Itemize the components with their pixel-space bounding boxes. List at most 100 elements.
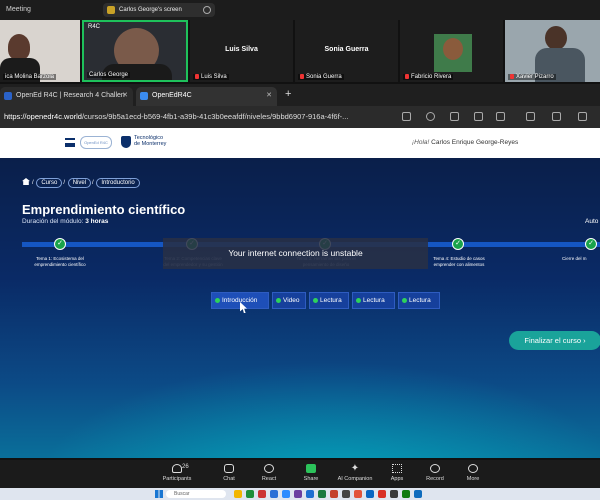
timeline-node[interactable]	[585, 238, 597, 250]
app-icon[interactable]	[378, 490, 386, 498]
app-icon[interactable]	[354, 490, 362, 498]
app-icon[interactable]	[258, 490, 266, 498]
participant-tile[interactable]: Fabricio Rivera	[400, 20, 503, 82]
word-icon[interactable]	[306, 490, 314, 498]
favorites-icon[interactable]	[552, 112, 561, 121]
muted-mic-icon	[300, 74, 304, 79]
share-screen-icon	[107, 6, 115, 14]
participant-tile[interactable]: ica Molina Barzola	[0, 20, 80, 82]
participant-name: Carlos George	[87, 72, 131, 78]
connection-warning-toast: Your internet connection is unstable	[163, 238, 428, 269]
react-icon	[264, 464, 274, 473]
muted-mic-icon	[510, 74, 514, 79]
timeline-label[interactable]: Tema 4: Estudio de casos emprender con a…	[429, 256, 489, 268]
breadcrumb-curso[interactable]: Curso	[36, 178, 63, 188]
participant-tile[interactable]: Xavier Pizarro	[505, 20, 600, 82]
zoom-icon[interactable]	[426, 112, 435, 121]
check-icon	[276, 298, 281, 303]
new-tab-icon[interactable]: +	[285, 88, 291, 100]
timeline-node[interactable]	[452, 238, 464, 250]
windows-start-icon[interactable]	[155, 490, 163, 498]
module-hero: / Curso / Nivel / Introductorio Emprendimi…	[0, 158, 600, 458]
meeting-title: Meeting	[6, 6, 31, 13]
windows-taskbar: Buscar	[0, 488, 600, 500]
home-icon[interactable]	[22, 178, 30, 185]
check-icon	[215, 298, 220, 303]
participant-name: Luis Silva	[193, 74, 229, 80]
close-tab-icon[interactable]: ✕	[266, 91, 272, 99]
share-screen-icon	[306, 464, 316, 473]
participant-tile-active[interactable]: R4C Carlos George	[82, 20, 188, 82]
more-button[interactable]: More	[448, 464, 498, 482]
participant-face	[443, 38, 463, 60]
favorite-star-icon[interactable]	[496, 112, 505, 121]
participant-video	[8, 34, 30, 60]
address-bar[interactable]: https://openedr4c.world/cursos/9b5a1ecd-…	[0, 106, 600, 128]
step-lectura-1[interactable]: Lectura	[309, 292, 349, 309]
timeline-label[interactable]: Tema 1: Ecosistema del emprendimiento ci…	[30, 256, 90, 268]
file-explorer-icon[interactable]	[234, 490, 242, 498]
browser-tab-bar: OpenEd R4C | Research 4 Challen ✕ OpenEd…	[0, 84, 600, 106]
browser-edge-icon[interactable]	[270, 490, 278, 498]
opened-r4c-logo[interactable]: OpenEd R4C	[80, 136, 112, 149]
step-video[interactable]: Video	[272, 292, 306, 309]
excel-icon[interactable]	[318, 490, 326, 498]
breadcrumb-introductorio[interactable]: Introductorio	[96, 178, 140, 188]
user-greeting[interactable]: ¡Hola! Carlos Enrique George-Reyes	[412, 139, 518, 146]
app-icon[interactable]	[342, 490, 350, 498]
split-screen-icon[interactable]	[526, 112, 535, 121]
user-name: Carlos Enrique George-Reyes	[431, 139, 519, 146]
participant-name: Xavier Pizarro	[508, 74, 556, 80]
site-header: OpenEd R4C Tecnológico de Monterrey ¡Hol…	[0, 128, 600, 158]
apps-icon	[392, 464, 402, 473]
participant-tile[interactable]: Sonia Guerra Sonia Guerra	[295, 20, 398, 82]
r4c-logo: R4C	[88, 24, 101, 30]
extensions-icon[interactable]	[474, 112, 483, 121]
favicon-icon	[140, 92, 148, 100]
key-icon[interactable]	[402, 112, 411, 121]
app-icon[interactable]	[246, 490, 254, 498]
more-options-icon[interactable]	[203, 6, 211, 14]
zoom-title-bar: Meeting Carlos George's screen	[0, 0, 600, 20]
zoom-app-icon[interactable]	[282, 490, 290, 498]
breadcrumb-nivel[interactable]: Nivel	[67, 178, 92, 188]
participant-name: Fabricio Rivera	[403, 74, 454, 80]
participants-icon	[172, 464, 182, 473]
participant-strip: ica Molina Barzola R4C Carlos George Lui…	[0, 20, 600, 82]
module-title: Emprendimiento científico	[22, 202, 186, 217]
muted-mic-icon	[195, 74, 199, 79]
powerpoint-icon[interactable]	[330, 490, 338, 498]
app-icon[interactable]	[402, 490, 410, 498]
record-icon	[430, 464, 440, 473]
tec-shield-icon	[121, 136, 131, 148]
screen-share-label: Carlos George's screen	[119, 7, 182, 13]
favicon-icon	[4, 92, 12, 100]
screen: Meeting Carlos George's screen ica Molin…	[0, 0, 600, 500]
app-icon[interactable]	[414, 490, 422, 498]
participant-face	[545, 26, 567, 50]
participant-tile[interactable]: Luis Silva Luis Silva	[190, 20, 293, 82]
browser-tab[interactable]: OpenEd R4C | Research 4 Challen ✕	[0, 87, 133, 106]
step-lectura-3[interactable]: Lectura	[398, 292, 440, 309]
taskbar-search[interactable]: Buscar	[166, 490, 226, 498]
collections-icon[interactable]	[578, 112, 587, 121]
finish-course-button[interactable]: Finalizar el curso ›	[509, 331, 600, 350]
read-aloud-icon[interactable]	[450, 112, 459, 121]
hamburger-menu-icon[interactable]	[65, 138, 75, 147]
participants-button[interactable]: 26 Participants	[152, 464, 202, 482]
close-tab-icon[interactable]: ✕	[122, 91, 128, 99]
timeline-label[interactable]: Cierre del m	[562, 256, 600, 262]
share-button[interactable]: Share	[286, 464, 336, 482]
timeline-node[interactable]	[54, 238, 66, 250]
screen-share-indicator[interactable]: Carlos George's screen	[103, 3, 215, 17]
app-icon[interactable]	[366, 490, 374, 498]
app-icon[interactable]	[390, 490, 398, 498]
participant-name-large: Luis Silva	[225, 46, 258, 53]
auto-link[interactable]: Auto	[585, 218, 598, 225]
url-text[interactable]: https://openedr4c.world/cursos/9b5a1ecd-…	[4, 112, 394, 121]
app-icon[interactable]	[294, 490, 302, 498]
check-icon	[402, 298, 407, 303]
browser-tab-active[interactable]: OpenEdR4C ✕	[136, 87, 277, 106]
tec-monterrey-logo[interactable]: Tecnológico de Monterrey	[121, 135, 181, 150]
step-lectura-2[interactable]: Lectura	[352, 292, 395, 309]
